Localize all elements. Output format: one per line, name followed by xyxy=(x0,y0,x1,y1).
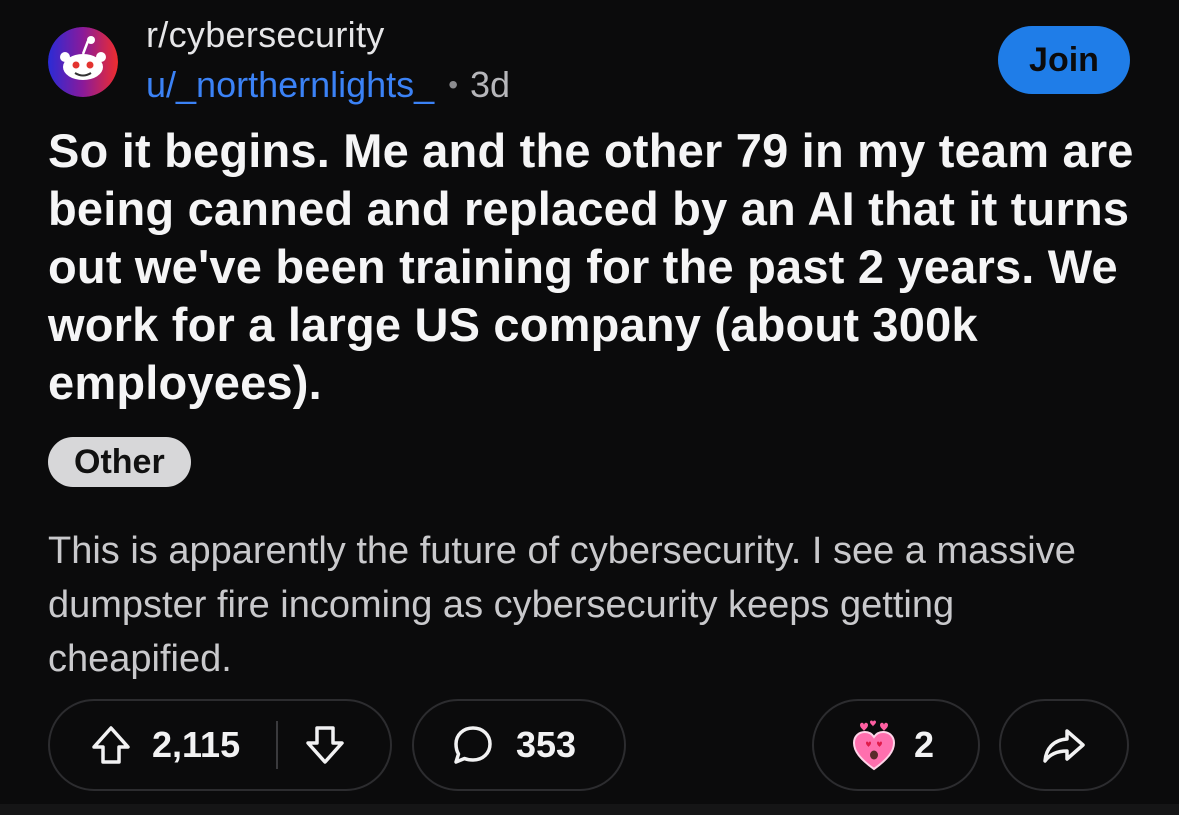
subreddit-avatar[interactable] xyxy=(48,27,118,97)
subreddit-name[interactable]: r/cybersecurity xyxy=(146,14,385,56)
share-arrow-icon xyxy=(1041,725,1087,765)
comment-bubble-icon xyxy=(450,722,496,768)
vote-count: 2,115 xyxy=(152,724,241,765)
reddit-post-screen: r/cybersecurity u/_northernlights_ • 3d … xyxy=(0,0,1179,815)
heart-eyes-award-icon xyxy=(850,719,898,771)
share-button[interactable] xyxy=(999,699,1129,791)
comments-button[interactable]: 353 xyxy=(412,699,626,791)
vote-control: 2,115 xyxy=(48,699,392,791)
post-title[interactable]: So it begins. Me and the other 79 in my … xyxy=(48,122,1138,412)
comment-count: 353 xyxy=(516,724,577,765)
join-button[interactable]: Join xyxy=(998,26,1130,94)
awards-button[interactable]: 2 xyxy=(812,699,980,791)
bottom-divider xyxy=(0,804,1179,815)
award-count: 2 xyxy=(914,724,935,765)
post-flair[interactable]: Other xyxy=(48,437,191,487)
meta-separator: • xyxy=(448,69,459,100)
vote-divider xyxy=(276,721,279,769)
upvote-icon[interactable] xyxy=(88,722,134,768)
reddit-snoo-icon xyxy=(48,27,118,97)
downvote-icon[interactable] xyxy=(302,722,348,768)
post-body: This is apparently the future of cyberse… xyxy=(48,530,1076,680)
post-age: 3d xyxy=(470,64,511,105)
author-username[interactable]: u/_northernlights_ xyxy=(146,64,434,106)
post-meta: u/_northernlights_ • 3d xyxy=(146,63,510,107)
